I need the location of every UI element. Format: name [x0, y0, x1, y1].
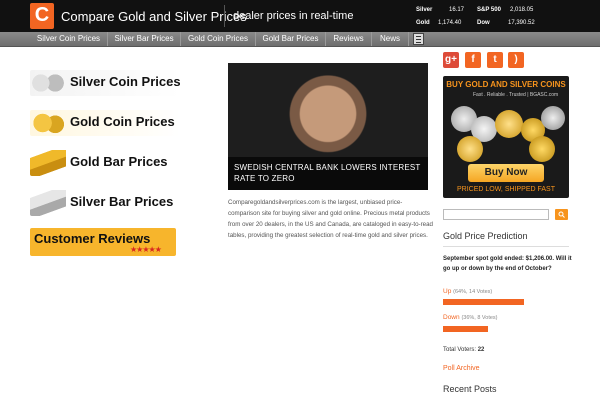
nav-reviews[interactable]: Reviews	[326, 32, 372, 46]
gold-coins-image	[30, 110, 66, 136]
promo-customer-reviews[interactable]: Customer Reviews ★★★★★	[30, 228, 176, 256]
ticker-sp500-value: 2,018.05	[510, 7, 534, 13]
facebook-icon[interactable]: f	[465, 52, 481, 68]
poll-bar-down	[443, 326, 488, 332]
ad-headline: BUY GOLD AND SILVER COINS	[446, 80, 566, 89]
nav-silver-bar-prices[interactable]: Silver Bar Prices	[108, 32, 181, 46]
poll-option-detail: (64%, 14 Votes)	[453, 289, 493, 295]
promo-label: Customer Reviews	[34, 231, 151, 246]
ticker-gold-label: Gold	[416, 20, 430, 26]
poll-question: September spot gold ended: $1,206.00. Wi…	[443, 256, 572, 272]
promo-label: Gold Coin Prices	[70, 114, 175, 129]
bgasc-ad-banner[interactable]: BUY GOLD AND SILVER COINS Fast . Reliabl…	[443, 76, 569, 198]
silver-coins-image	[30, 70, 66, 96]
silver-coin-image	[541, 106, 565, 130]
promo-label: Silver Bar Prices	[70, 194, 174, 209]
poll-option-label: Up	[443, 288, 452, 295]
poll-archive-link[interactable]: Poll Archive	[443, 365, 480, 372]
buy-now-button[interactable]: Buy Now	[468, 164, 544, 182]
search-input[interactable]	[443, 209, 549, 220]
nav-gold-coin-prices[interactable]: Gold Coin Prices	[181, 32, 256, 46]
promo-gold-coin-prices[interactable]: Gold Coin Prices	[30, 110, 180, 136]
poll-option-detail: (36%, 8 Votes)	[461, 315, 498, 321]
gold-coin-image	[457, 136, 483, 162]
stars-icon: ★★★★★	[130, 245, 162, 254]
promo-gold-bar-prices[interactable]: Gold Bar Prices	[30, 150, 180, 176]
nav-silver-coin-prices[interactable]: Silver Coin Prices	[30, 32, 108, 46]
ticker-sp500-label: S&P 500	[477, 7, 501, 13]
featured-news-caption[interactable]: SWEDISH CENTRAL BANK LOWERS INTEREST RAT…	[228, 157, 428, 190]
header-divider	[224, 5, 225, 27]
site-tagline: dealer prices in real-time	[233, 10, 354, 22]
featured-news-title: SWEDISH CENTRAL BANK LOWERS INTEREST RAT…	[234, 163, 421, 183]
site-description: Comparegoldandsilverprices.com is the la…	[228, 199, 433, 239]
promo-silver-bar-prices[interactable]: Silver Bar Prices	[30, 190, 180, 216]
gold-coin-image	[495, 110, 523, 138]
ticker-dow-label: Dow	[477, 20, 490, 26]
total-voters-label: Total Voters:	[443, 347, 477, 353]
twitter-icon[interactable]: t	[487, 52, 503, 68]
recent-posts-title: Recent Posts	[443, 384, 497, 394]
total-voters: Total Voters: 22	[443, 347, 484, 353]
promo-silver-coin-prices[interactable]: Silver Coin Prices	[30, 70, 180, 96]
ad-subline: Fast . Reliable . Trusted | BGASC.com	[473, 92, 559, 98]
ticker-silver-label: Silver	[416, 7, 433, 13]
promo-label: Silver Coin Prices	[70, 74, 180, 89]
poll-title-divider	[443, 246, 569, 247]
poll-option-label: Down	[443, 314, 460, 321]
total-voters-count: 22	[477, 347, 485, 353]
poll-bar-up	[443, 299, 524, 305]
promo-label: Gold Bar Prices	[70, 154, 168, 169]
google-plus-icon[interactable]: g+	[443, 52, 459, 68]
logo-letter: C	[34, 4, 50, 26]
site-title[interactable]: Compare Gold and Silver Prices	[61, 9, 247, 24]
ticker-gold-value: 1,174.40	[438, 20, 462, 26]
nav-gold-bar-prices[interactable]: Gold Bar Prices	[256, 32, 326, 46]
gold-coin-image	[529, 136, 555, 162]
nav-news[interactable]: News	[372, 32, 409, 46]
rss-icon[interactable]: )	[508, 52, 524, 68]
site-header: C Compare Gold and Silver Prices dealer …	[0, 0, 600, 32]
search-icon	[558, 211, 565, 218]
silver-bars-image	[30, 190, 66, 216]
search-button[interactable]	[555, 209, 568, 220]
main-nav: Silver Coin Prices Silver Bar Prices Gol…	[0, 32, 600, 47]
ticker-silver-value: 16.17	[449, 7, 465, 13]
poll-option-down: Down (36%, 8 Votes)	[443, 314, 498, 321]
ad-footer: PRICED LOW, SHIPPED FAST	[456, 186, 556, 193]
site-logo[interactable]: C	[30, 3, 54, 29]
poll-option-up: Up (64%, 14 Votes)	[443, 288, 492, 295]
poll-title: Gold Price Prediction	[443, 231, 528, 241]
ticker-dow-value: 17,390.52	[508, 20, 535, 26]
gold-bars-image	[30, 150, 66, 176]
calculator-icon[interactable]	[413, 33, 424, 45]
